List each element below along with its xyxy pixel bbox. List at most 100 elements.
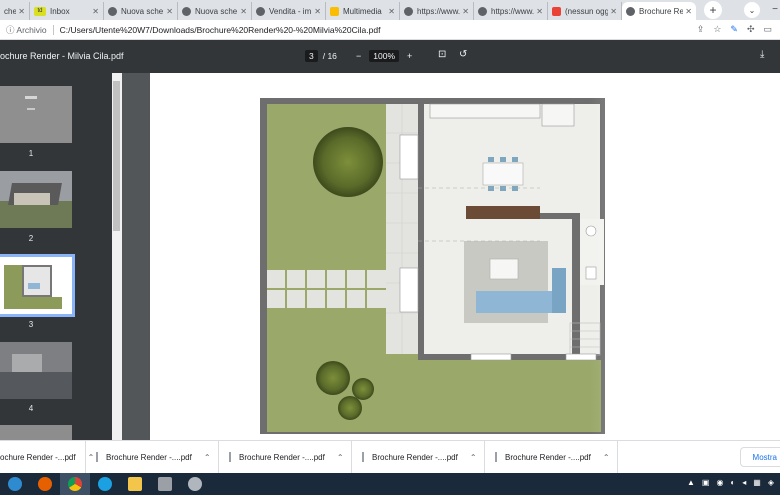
page-selector: 3 / 16 xyxy=(305,50,337,62)
wall-east-lower xyxy=(572,213,580,358)
scrollbar-thumb[interactable] xyxy=(113,81,120,231)
star-icon[interactable]: ☆ xyxy=(713,24,721,35)
thumbnail-page-1[interactable] xyxy=(0,86,72,143)
close-icon[interactable]: ✕ xyxy=(92,7,99,16)
close-icon[interactable]: ✕ xyxy=(610,7,617,16)
download-icon[interactable]: ⤓ xyxy=(760,49,764,60)
new-tab-button[interactable]: + xyxy=(704,1,722,19)
tab-title: Multimedia xyxy=(343,6,382,16)
thumbnail-label: 2 xyxy=(28,234,34,243)
close-icon[interactable]: ✕ xyxy=(314,7,321,16)
tree-small-3 xyxy=(338,396,362,420)
tab[interactable]: Nuova sche ✕ xyxy=(178,2,252,20)
tray-icon[interactable]: ◐ xyxy=(730,478,735,487)
close-icon[interactable]: ✕ xyxy=(536,7,543,16)
thumbnail-lawn xyxy=(0,201,72,228)
sidebar-scrollbar[interactable] xyxy=(112,73,122,440)
download-item[interactable]: Brochure Render -....pdf ⌃ xyxy=(219,440,352,474)
tab-strip: che ✕ td Inbox ✕ Nuova sche ✕ Nuova sche… xyxy=(0,0,780,20)
omnibox-file-label: Archivio xyxy=(16,24,47,35)
zoom-input[interactable]: 100% xyxy=(369,50,400,62)
window-west-top xyxy=(399,134,419,180)
file-icon xyxy=(362,452,364,462)
download-item[interactable]: Brochure Render -....pdf ⌃ xyxy=(485,440,618,474)
tab-title: Vendita - im xyxy=(269,6,312,16)
globe-icon xyxy=(404,6,413,16)
tab[interactable]: https://www. ✕ xyxy=(400,2,474,20)
close-icon[interactable]: ✕ xyxy=(388,7,395,16)
chevron-up-icon[interactable]: ⌃ xyxy=(470,453,477,462)
window-west-bottom xyxy=(399,267,419,313)
thumbnail-lawn xyxy=(4,265,22,309)
tray-icon[interactable]: ▲ xyxy=(687,478,695,487)
fit-page-icon[interactable]: ⊡ xyxy=(438,49,446,60)
ie-icon xyxy=(98,477,112,491)
taskbar-app-active[interactable] xyxy=(60,473,90,495)
tree-small-1 xyxy=(316,361,350,395)
url-text[interactable]: C:/Users/Utente%20W7/Downloads/Brochure%… xyxy=(60,25,381,35)
taskbar-app[interactable] xyxy=(120,473,150,495)
globe-icon xyxy=(108,6,117,16)
omnibox[interactable]: ⓘ Archivio C:/Users/Utente%20W7/Download… xyxy=(6,22,697,38)
tray-icon[interactable]: ▦ xyxy=(753,478,761,487)
tab-title: Nuova sche xyxy=(195,6,238,16)
chevron-up-icon[interactable]: ⌃ xyxy=(204,453,211,462)
thumbnail-page-5[interactable] xyxy=(0,425,72,440)
divider xyxy=(52,24,54,35)
download-item[interactable]: Brochure Render -....pdf ⌃ xyxy=(352,440,485,474)
network-icon[interactable]: ▣ xyxy=(702,478,710,487)
tab-active[interactable]: Brochure Re ✕ xyxy=(622,2,696,20)
thumbnail-page-4[interactable] xyxy=(0,342,72,399)
share-icon[interactable]: ⇪ xyxy=(697,24,705,35)
close-icon[interactable]: ✕ xyxy=(462,7,469,16)
minimize-icon[interactable]: − xyxy=(772,4,778,15)
zoom-out-button[interactable]: − xyxy=(356,51,361,61)
tray-icon[interactable]: ◉ xyxy=(716,478,723,487)
taskbar-app[interactable] xyxy=(180,473,210,495)
info-icon[interactable]: ⓘ Archivio xyxy=(6,24,47,36)
show-all-button[interactable]: Mostra xyxy=(739,447,780,467)
tab[interactable]: che ✕ xyxy=(0,2,30,20)
download-item[interactable]: Brochure Render -....pdf ⌃ xyxy=(86,440,219,474)
close-icon[interactable]: ✕ xyxy=(166,7,173,16)
page-number-input[interactable]: 3 xyxy=(305,50,318,62)
download-filename: Brochure Render -....pdf xyxy=(505,452,591,462)
floor-plan-render xyxy=(260,93,780,440)
chevron-up-icon[interactable]: ⌃ xyxy=(337,453,344,462)
tab[interactable]: https://www. ✕ xyxy=(474,2,548,20)
close-icon[interactable]: ✕ xyxy=(18,7,25,16)
close-icon[interactable]: ✕ xyxy=(685,7,692,16)
tab[interactable]: Vendita - im ✕ xyxy=(252,2,326,20)
taskbar-app[interactable] xyxy=(30,473,60,495)
extension-puzzle-icon[interactable]: ✣ xyxy=(747,24,755,35)
tab[interactable]: td Inbox ✕ xyxy=(30,2,104,20)
zoom-in-button[interactable]: + xyxy=(407,51,412,61)
tab-search-chevron-icon[interactable]: ⌄ xyxy=(744,2,760,18)
thumbnail-plan xyxy=(22,265,52,297)
download-filename: Brochure Render -....pdf xyxy=(106,452,192,462)
start-button[interactable] xyxy=(0,473,30,495)
thumbnail-page-2[interactable] xyxy=(0,171,72,228)
download-filename: Brochure Render -....pdf xyxy=(239,452,325,462)
page-total: / 16 xyxy=(322,51,337,61)
extension-eyedropper-icon[interactable]: ✎ xyxy=(730,24,738,35)
file-icon xyxy=(229,452,231,462)
thumbnail-page-3[interactable] xyxy=(0,257,72,314)
taskbar-app[interactable] xyxy=(150,473,180,495)
tab-title: che xyxy=(4,6,17,16)
taskbar-app[interactable] xyxy=(90,473,120,495)
download-item[interactable]: ochure Render -...pdf ⌃ xyxy=(0,440,94,474)
volume-icon[interactable]: ◂ xyxy=(742,478,746,487)
thumbnail-logo xyxy=(25,96,37,99)
tab[interactable]: Nuova sche ✕ xyxy=(104,2,178,20)
thumbnail-sofa xyxy=(28,283,40,289)
rotate-icon[interactable]: ↺ xyxy=(459,49,467,60)
tab[interactable]: (nessun ogg ✕ xyxy=(548,2,622,20)
chevron-up-icon[interactable]: ⌃ xyxy=(603,453,610,462)
window-icon[interactable]: ▭ xyxy=(763,24,772,35)
close-icon[interactable]: ✕ xyxy=(240,7,247,16)
tab[interactable]: Multimedia ✕ xyxy=(326,2,400,20)
tab-title: (nessun ogg xyxy=(565,6,609,16)
taskbar: ▲ ▣ ◉ ◐ ◂ ▦ ◈ xyxy=(0,473,780,495)
tray-icon[interactable]: ◈ xyxy=(768,478,774,487)
